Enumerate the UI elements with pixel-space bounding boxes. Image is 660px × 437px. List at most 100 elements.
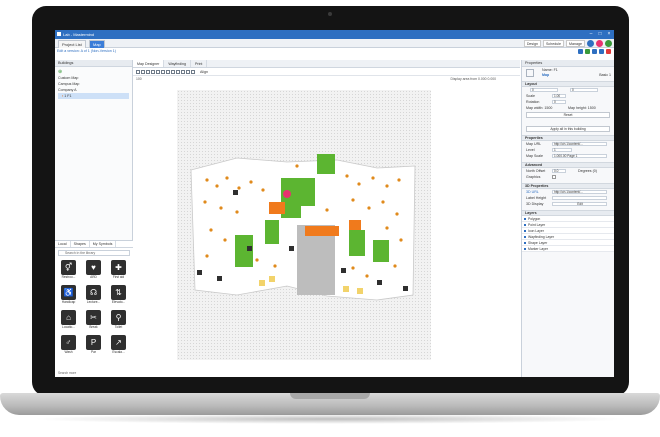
help-icon[interactable] [605,40,612,47]
map-scale-input[interactable]: 1.000.00 Page 1 [552,154,607,158]
map-url-input[interactable]: http://ch.1/content/... [552,142,607,146]
refresh-icon[interactable] [592,49,597,54]
symbol-label: Par [91,350,96,354]
store-room[interactable] [349,230,365,256]
symbol-tile[interactable]: ☊ Lecture... [83,285,104,307]
reset-button[interactable]: Reset [526,112,610,118]
lock-icon[interactable] [186,69,190,74]
graphics-checkbox[interactable] [552,175,556,179]
store-room[interactable] [301,178,315,206]
group-icon[interactable] [191,69,195,74]
search-more-link[interactable]: Search more [58,371,76,375]
layer-icon[interactable] [171,69,175,74]
grid-icon[interactable] [166,69,170,74]
save-icon[interactable] [578,49,583,54]
service-room[interactable] [349,220,361,230]
symbol-tile[interactable]: P Par [83,335,104,357]
minimize-icon[interactable]: – [588,31,594,37]
tab-local[interactable]: Local [55,241,71,247]
properties-heading: Properties [522,60,614,67]
symbol-label: First aid [112,275,125,279]
symbol-tile[interactable]: ⌂ Locatio... [58,310,79,332]
symbol-tile[interactable]: ⚥ Restroo... [58,260,79,282]
display-area: Display area from 0.000 0.000 [451,76,496,83]
pan-tool-icon[interactable] [141,69,145,74]
display-area-to[interactable]: 0.000 [488,77,497,81]
close-icon[interactable]: × [606,31,612,37]
map-width-label: Map width: 1500 [526,106,553,110]
align-menu[interactable]: Align [200,70,208,74]
polygon-tool-icon[interactable] [146,69,150,74]
north-offset-input[interactable]: 0.0 [552,169,566,173]
publish-icon[interactable] [585,49,590,54]
symbol-tile[interactable]: ♂ Wash [58,335,79,357]
laptop-shadow [30,414,630,424]
object-summary: Name: F1 Map Basic 1 [522,67,614,81]
maximize-icon[interactable]: □ [597,31,603,37]
level-input[interactable]: 1 [552,148,572,152]
fit-icon[interactable] [161,69,165,74]
graphics-row: Graphics [522,174,614,180]
floor-plan-svg [190,154,416,301]
location-marker-icon[interactable] [283,190,291,198]
tab-print[interactable]: Print [191,60,208,67]
symbol-tile[interactable]: ✂ Break [83,310,104,332]
3d-url-input[interactable]: http://ch.1/content/... [552,190,607,194]
rotation-input[interactable]: 0 [552,100,566,104]
symbol-label: Lecture... [86,300,101,304]
symbol-tile[interactable]: ⇅ Elevato... [108,285,129,307]
manage-button[interactable]: Manage [566,40,585,47]
map-scale-row: Map Scale 1.000.00 Page 1 [522,153,614,159]
x-input[interactable]: 0 [530,88,558,92]
map-url-label: Map URL [526,142,542,146]
store-room[interactable] [317,154,335,174]
symbol-tile[interactable]: ♿ Handicap [58,285,79,307]
zoom-in-icon[interactable] [151,69,155,74]
symbol-tile[interactable]: ✚ First aid [108,260,129,282]
display-area-from[interactable]: 0.000 [478,77,487,81]
export-icon[interactable] [599,49,604,54]
location-icon: ⌂ [61,310,76,325]
level-label: Level [526,148,535,152]
scale-input[interactable]: 1.00 [552,94,566,98]
tab-my-symbols[interactable]: My Symbols [90,241,117,247]
toilet-icon: ⚲ [111,310,126,325]
tab-project-list[interactable]: Project List [58,40,86,48]
tree-item-selected[interactable]: ▪ 1 F1 [58,93,129,99]
paste-icon[interactable] [181,69,185,74]
apply-all-button[interactable]: Apply all in this building [526,126,610,132]
top-right-toolbar: Design Schedule Manage [523,40,612,47]
symbol-tile[interactable]: ⚲ Toilet [108,310,129,332]
symbol-tile[interactable]: ♥ ARD [83,260,104,282]
delete-icon[interactable] [606,49,611,54]
y-input[interactable]: 0 [570,88,598,92]
breadcrumb[interactable]: Edit a version: A of 1 (Non-Version 1) [57,49,116,53]
first-aid-icon: ✚ [111,260,126,275]
tab-wayfinding[interactable]: Wayfinding [164,60,192,67]
zoom-select[interactable]: 100 [136,77,142,81]
label-height-label: Label Height [526,196,547,200]
symbol-tile[interactable]: ↗ Escala... [108,335,129,357]
laptop-mockup: Lab - Mastermind – □ × Project List Map … [0,0,660,437]
store-room[interactable] [373,240,389,262]
tab-shapes[interactable]: Shapes [71,241,90,247]
tab-map-designer[interactable]: Map Designer [133,60,165,67]
library-search-input[interactable]: Search in the library [58,250,130,256]
select-tool-icon[interactable] [136,69,140,74]
user-icon[interactable] [587,40,594,47]
copy-icon[interactable] [176,69,180,74]
schedule-button[interactable]: Schedule [543,40,564,47]
food-court[interactable] [269,202,285,214]
label-height-input[interactable] [552,196,607,200]
break-icon: ✂ [86,310,101,325]
tab-map[interactable]: Map [89,40,105,48]
zoom-out-icon[interactable] [156,69,160,74]
3d-edit-button[interactable]: Edit [552,202,607,206]
anchor-store[interactable] [305,226,339,236]
layer-item[interactable]: Marker Layer [522,246,614,252]
store-room[interactable] [265,220,279,244]
notification-icon[interactable] [596,40,603,47]
design-button[interactable]: Design [523,40,541,47]
quick-tools [578,49,611,54]
object-type: Map [542,73,550,77]
